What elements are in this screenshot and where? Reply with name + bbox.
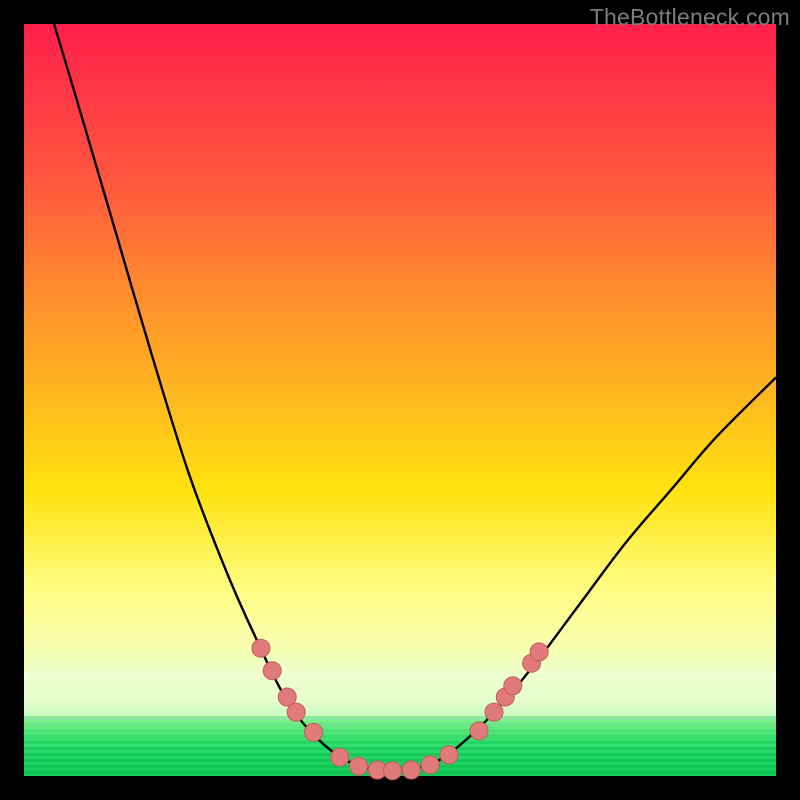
data-dot bbox=[530, 643, 548, 661]
data-dot bbox=[305, 723, 323, 741]
data-dot bbox=[350, 757, 368, 775]
data-dot bbox=[485, 703, 503, 721]
pale-band-overlay bbox=[24, 646, 776, 716]
data-dot bbox=[470, 722, 488, 740]
data-dot bbox=[384, 762, 402, 780]
bottom-green-stripes bbox=[24, 716, 776, 776]
data-dot bbox=[278, 688, 296, 706]
data-dot bbox=[523, 654, 541, 672]
data-dot bbox=[402, 761, 420, 779]
data-dot bbox=[421, 756, 439, 774]
data-dot bbox=[331, 748, 349, 766]
data-dot bbox=[440, 746, 458, 764]
data-dot bbox=[263, 662, 281, 680]
data-dot bbox=[496, 688, 514, 706]
bottleneck-curve bbox=[54, 24, 776, 771]
data-dot bbox=[252, 639, 270, 657]
bottleneck-curve-svg bbox=[24, 24, 776, 776]
data-dot bbox=[287, 703, 305, 721]
data-dot bbox=[368, 761, 386, 779]
data-dot bbox=[504, 677, 522, 695]
chart-frame: TheBottleneck.com bbox=[0, 0, 800, 800]
plot-area bbox=[24, 24, 776, 776]
data-dots bbox=[252, 639, 548, 780]
